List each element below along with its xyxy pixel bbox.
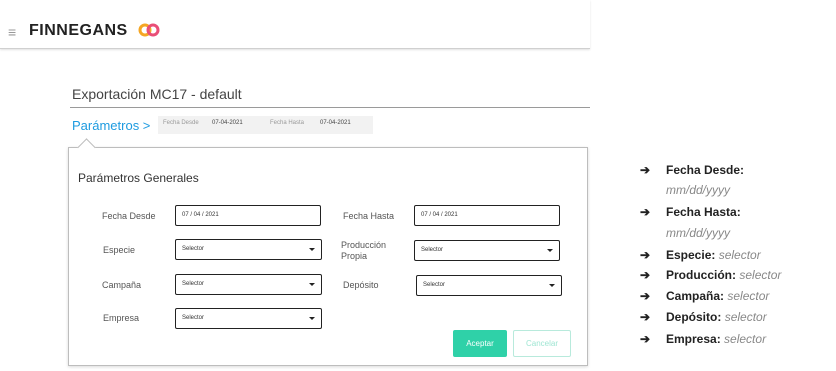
note-deposito: ➔ Depósito: selector: [640, 310, 767, 324]
note-value: selector: [727, 289, 770, 303]
note-value: selector: [724, 310, 767, 324]
note-produccion: ➔ Producción: selector: [640, 268, 781, 282]
parametros-toggle[interactable]: Parámetros >: [72, 118, 150, 133]
fecha-desde-label: Fecha Desde: [102, 211, 156, 221]
note-key: Especie:: [666, 248, 716, 262]
deposito-select[interactable]: Selector: [416, 275, 562, 296]
deposito-value: Selector: [423, 282, 446, 288]
campana-label: Campaña: [102, 280, 142, 290]
chevron-down-icon: [309, 283, 315, 286]
fecha-desde-value: 07 / 04 / 2021: [182, 212, 219, 218]
chevron-down-icon: [549, 284, 555, 287]
empresa-label: Empresa: [103, 313, 140, 323]
chip-fecha-hasta-value: 07-04-2021: [320, 120, 351, 126]
chip-fecha-desde-label: Fecha Desde: [163, 120, 199, 126]
note-key: Fecha Hasta:: [666, 205, 741, 219]
note-value: selector: [718, 248, 761, 262]
fecha-hasta-value: 07 / 04 / 2021: [421, 212, 458, 218]
produccion-propia-select[interactable]: Selector: [414, 240, 560, 261]
title-divider: [70, 107, 590, 108]
produccion-propia-label: Producción Propia: [341, 240, 387, 261]
arrow-icon: ➔: [640, 289, 651, 303]
note-empresa: ➔ Empresa: selector: [640, 332, 766, 346]
fecha-hasta-input[interactable]: 07 / 04 / 2021: [414, 205, 560, 226]
note-key: Empresa:: [666, 332, 721, 346]
chevron-down-icon: [547, 249, 553, 252]
panel-title: Parámetros Generales: [78, 171, 199, 185]
deposito-label: Depósito: [343, 280, 379, 290]
arrow-icon: ➔: [640, 248, 651, 262]
aceptar-button[interactable]: Aceptar: [453, 330, 507, 357]
arrow-icon: ➔: [640, 332, 651, 346]
arrow-icon: ➔: [640, 268, 651, 282]
brand-logo-text[interactable]: FINNEGANS: [29, 22, 128, 40]
note-fecha-hasta-value: mm/dd/yyyy: [666, 226, 731, 240]
fecha-hasta-label: Fecha Hasta: [343, 211, 395, 221]
note-fecha-desde: ➔ Fecha Desde:: [640, 163, 744, 177]
arrow-icon: ➔: [640, 163, 651, 177]
cancelar-button[interactable]: Cancelar: [513, 330, 571, 357]
note-key: Producción:: [666, 268, 737, 282]
especie-select[interactable]: Selector: [175, 239, 322, 260]
especie-label: Especie: [103, 245, 136, 255]
brand-logo-icon: [138, 23, 160, 37]
note-fecha-desde-value: mm/dd/yyyy: [666, 183, 731, 197]
arrow-icon: ➔: [640, 205, 651, 219]
produccion-propia-value: Selector: [421, 247, 444, 253]
empresa-select[interactable]: Selector: [175, 308, 322, 329]
chip-fecha-desde-value: 07-04-2021: [212, 120, 243, 126]
note-value: selector: [739, 268, 782, 282]
empresa-value: Selector: [182, 315, 205, 321]
fecha-desde-input[interactable]: 07 / 04 / 2021: [175, 205, 321, 226]
page-title: Exportación MC17 - default: [72, 86, 242, 102]
note-key: Fecha Desde:: [666, 163, 745, 177]
campana-select[interactable]: Selector: [175, 274, 322, 295]
menu-icon[interactable]: ≡: [8, 25, 16, 39]
especie-value: Selector: [182, 246, 205, 252]
note-especie: ➔ Especie: selector: [640, 248, 761, 262]
campana-value: Selector: [182, 281, 205, 287]
note-value: selector: [724, 332, 767, 346]
chevron-down-icon: [309, 248, 315, 251]
note-fecha-hasta: ➔ Fecha Hasta:: [640, 205, 741, 219]
note-key: Depósito:: [666, 310, 722, 324]
note-campana: ➔ Campaña: selector: [640, 289, 769, 303]
chip-fecha-hasta-label: Fecha Hasta: [270, 120, 305, 126]
chevron-down-icon: [309, 317, 315, 320]
note-key: Campaña:: [666, 289, 725, 303]
arrow-icon: ➔: [640, 310, 651, 324]
